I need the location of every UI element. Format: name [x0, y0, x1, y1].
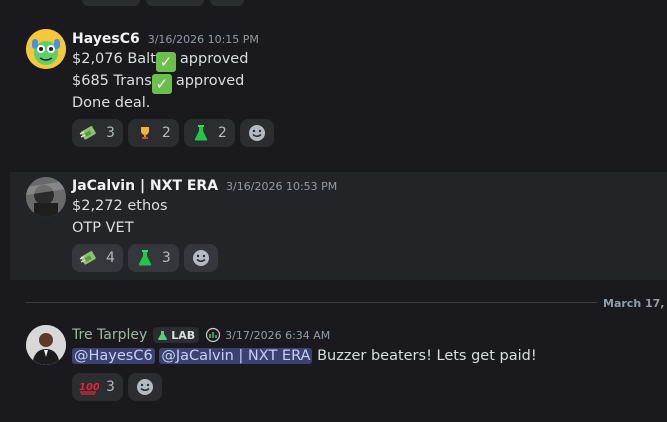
- message-line: Done deal.: [72, 95, 151, 111]
- money-with-wings-icon: [78, 122, 100, 144]
- message-line: $685 Trans ✓ approved: [72, 73, 245, 94]
- money-with-wings-icon: [78, 247, 100, 269]
- author-name[interactable]: Tre Tarpley: [72, 327, 147, 343]
- date-divider: [26, 302, 597, 303]
- add-reaction-button[interactable]: [239, 119, 274, 147]
- reaction-money-with-wings[interactable]: 3: [72, 119, 123, 147]
- check-mark-icon: ✓: [155, 52, 176, 72]
- message-line: OTP VET: [72, 220, 134, 236]
- reaction-test-flask[interactable]: 2: [183, 119, 235, 147]
- reaction-count: 3: [106, 125, 115, 141]
- timestamp[interactable]: 3/17/2026 6:34 AM: [225, 329, 330, 342]
- add-reaction-button[interactable]: [183, 244, 218, 272]
- avatar[interactable]: [26, 325, 66, 365]
- hundred-points-icon: 100: [78, 376, 100, 398]
- flask-tag-icon: [158, 330, 168, 340]
- message-line: $2,076 Balt ✓ approved: [72, 51, 249, 72]
- user-mention[interactable]: @HayesC6: [72, 348, 155, 364]
- avatar-photo-icon: [26, 177, 66, 217]
- reaction-count: 3: [161, 250, 171, 266]
- timestamp[interactable]: 3/16/2026 10:53 PM: [226, 180, 337, 193]
- avatar[interactable]: [26, 177, 66, 217]
- test-flask-icon: [134, 247, 156, 269]
- reaction-count: 4: [106, 250, 115, 266]
- timestamp[interactable]: 3/16/2026 10:15 PM: [148, 33, 259, 46]
- prev-reaction-fragment: [82, 0, 282, 6]
- reaction-count: 3: [106, 379, 115, 395]
- add-reaction-icon: [136, 379, 153, 395]
- avatar-photo-icon: [26, 325, 66, 365]
- add-reaction-icon: [248, 125, 265, 141]
- server-tag-label: LAB: [171, 328, 196, 342]
- check-mark-icon: ✓: [151, 74, 172, 94]
- activity-badge-icon[interactable]: [205, 327, 221, 343]
- message-line: @HayesC6 @JaCalvin | NXT ERA Buzzer beat…: [72, 345, 537, 367]
- author-name[interactable]: HayesC6: [72, 31, 140, 47]
- add-reaction-icon: [192, 250, 209, 266]
- avatar-mascot-icon: [26, 29, 66, 69]
- reaction-hundred-points[interactable]: 100 3: [72, 373, 123, 401]
- test-flask-icon: [190, 122, 212, 144]
- server-tag[interactable]: LAB: [153, 327, 200, 343]
- reaction-count: 2: [161, 125, 171, 141]
- message-text: Buzzer beaters! Lets get paid!: [317, 348, 537, 364]
- add-reaction-button[interactable]: [127, 373, 162, 401]
- trophy-icon: [134, 122, 156, 144]
- reaction-count: 2: [217, 125, 227, 141]
- message-line: $2,272 ethos: [72, 198, 168, 214]
- reaction-trophy[interactable]: 2: [127, 119, 179, 147]
- avatar[interactable]: [26, 29, 66, 69]
- author-name[interactable]: JaCalvin | NXT ERA: [72, 178, 218, 194]
- user-mention[interactable]: @JaCalvin | NXT ERA: [159, 348, 313, 364]
- reaction-money-with-wings[interactable]: 4: [72, 244, 123, 272]
- reaction-test-flask[interactable]: 3: [127, 244, 179, 272]
- date-divider-label: March 17, 20: [603, 297, 667, 310]
